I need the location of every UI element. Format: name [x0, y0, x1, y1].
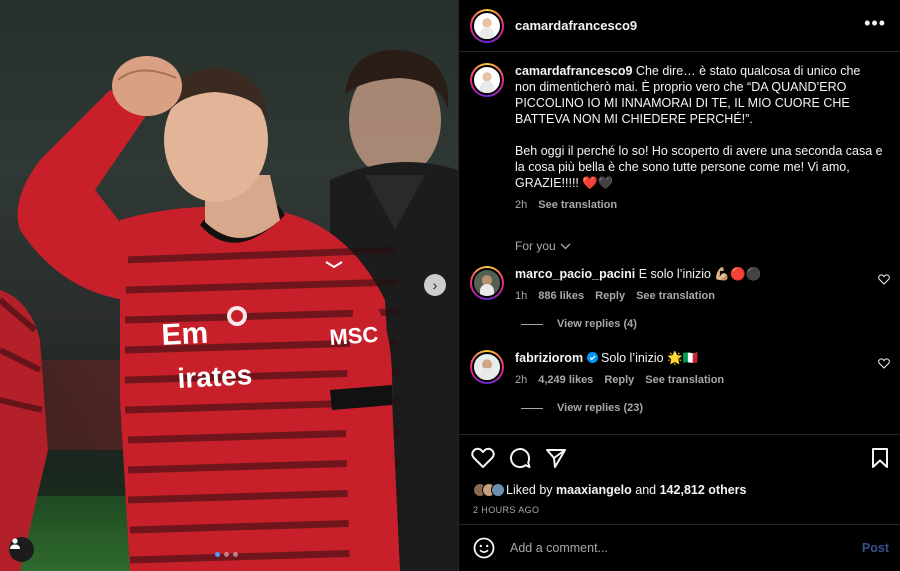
- post-comment-button[interactable]: Post: [862, 541, 889, 555]
- action-icons: [471, 447, 567, 469]
- comment-see-translation[interactable]: See translation: [645, 372, 724, 388]
- liked-by-and: and: [635, 483, 657, 497]
- svg-text:MSC: MSC: [329, 322, 380, 350]
- player-illustration: Em irates MSC: [0, 49, 458, 571]
- comment-body: marco_pacio_pacini E solo l’inizio 💪🏼🔴⚫ …: [515, 266, 845, 304]
- caption-text-2: Beh oggi il perché lo so! Ho scoperto di…: [515, 144, 883, 190]
- liked-by-others[interactable]: 142,812 others: [660, 483, 747, 497]
- view-replies-label: View replies (23): [557, 402, 644, 414]
- comment-text: E solo l’inizio 💪🏼🔴⚫: [638, 267, 762, 281]
- caption-body: camardafrancesco9 Che dire… è stato qual…: [515, 63, 884, 213]
- comment-item: fabriziorom Solo l’inizio 🌟🇮🇹 2h 4,249 l…: [459, 350, 900, 388]
- user-icon: [10, 538, 20, 549]
- replies-divider: [521, 323, 543, 325]
- comments-scroll-area[interactable]: camardafrancesco9 Che dire… è stato qual…: [459, 53, 900, 435]
- comment-reply-button[interactable]: Reply: [595, 288, 625, 304]
- commenter-avatar[interactable]: [470, 350, 504, 384]
- verified-badge-icon: [586, 352, 598, 363]
- view-replies-label: View replies (4): [557, 318, 637, 330]
- comment-item: marco_pacio_pacini E solo l’inizio 💪🏼🔴⚫ …: [459, 266, 900, 304]
- comment-text: Solo l’inizio 🌟🇮🇹: [601, 351, 699, 365]
- comment-meta: 2h 4,249 likes Reply See translation: [515, 372, 845, 388]
- caption-meta: 2h See translation: [515, 197, 884, 213]
- comment-likes[interactable]: 886 likes: [538, 288, 584, 304]
- post-timestamp: 2 HOURS AGO: [473, 505, 540, 515]
- liker-avatar: [491, 483, 505, 497]
- svg-text:irates: irates: [177, 359, 253, 394]
- author-username[interactable]: camardafrancesco9: [515, 18, 637, 33]
- liked-by-prefix: Liked by: [506, 483, 553, 497]
- post-caption: camardafrancesco9 Che dire… è stato qual…: [459, 53, 900, 213]
- post-header: camardafrancesco9 •••: [459, 0, 900, 52]
- author-avatar[interactable]: [470, 8, 504, 43]
- comment-see-translation[interactable]: See translation: [636, 288, 715, 304]
- add-comment-bar: Add a comment... Post: [459, 524, 900, 571]
- sort-label: For you: [515, 239, 556, 253]
- commenter-username[interactable]: fabriziorom: [515, 351, 583, 365]
- comment-icon[interactable]: [509, 447, 531, 469]
- caption-author-avatar[interactable]: [470, 63, 504, 97]
- post-actions: Liked by maaxiangelo and 142,812 others …: [459, 434, 900, 522]
- carousel-next-button[interactable]: ›: [424, 274, 446, 296]
- view-replies-button[interactable]: View replies (4): [521, 318, 900, 330]
- tagged-users-button[interactable]: [9, 537, 34, 562]
- carousel-dot: [215, 552, 220, 557]
- like-comment-heart-icon[interactable]: [878, 358, 890, 369]
- carousel-dot: [224, 552, 229, 557]
- caption-time: 2h: [515, 199, 528, 211]
- bookmark-icon[interactable]: [871, 447, 889, 469]
- svg-text:Em: Em: [161, 317, 209, 352]
- comment-likes[interactable]: 4,249 likes: [538, 372, 593, 388]
- comment-time: 1h: [515, 290, 528, 302]
- like-comment-heart-icon[interactable]: [878, 274, 890, 285]
- carousel-dots: [215, 552, 238, 557]
- replies-divider: [521, 407, 543, 409]
- comment-input[interactable]: Add a comment...: [510, 541, 862, 555]
- share-icon[interactable]: [545, 447, 567, 469]
- caption-see-translation[interactable]: See translation: [538, 197, 617, 213]
- comment-body: fabriziorom Solo l’inizio 🌟🇮🇹 2h 4,249 l…: [515, 350, 845, 388]
- liker-avatars: [473, 483, 505, 497]
- emoji-icon[interactable]: [473, 537, 495, 559]
- commenter-avatar[interactable]: [470, 266, 504, 300]
- comment-reply-button[interactable]: Reply: [604, 372, 634, 388]
- chevron-down-icon: [560, 243, 571, 249]
- carousel-dot: [233, 552, 238, 557]
- liked-by-user[interactable]: maaxiangelo: [556, 483, 632, 497]
- comment-time: 2h: [515, 374, 528, 386]
- view-replies-button[interactable]: View replies (23): [521, 402, 900, 414]
- caption-username[interactable]: camardafrancesco9: [515, 64, 632, 78]
- chevron-right-icon: ›: [432, 277, 438, 293]
- like-heart-icon[interactable]: [471, 447, 495, 469]
- commenter-username[interactable]: marco_pacio_pacini: [515, 267, 635, 281]
- more-options-icon[interactable]: •••: [864, 14, 886, 32]
- post-details-panel: camardafrancesco9 ••• camardafrancesco9 …: [458, 0, 900, 571]
- comment-meta: 1h 886 likes Reply See translation: [515, 288, 845, 304]
- post-photo[interactable]: Em irates MSC ›: [0, 0, 458, 571]
- comments-sort-dropdown[interactable]: For you: [515, 239, 900, 253]
- likes-summary[interactable]: Liked by maaxiangelo and 142,812 others: [473, 483, 746, 497]
